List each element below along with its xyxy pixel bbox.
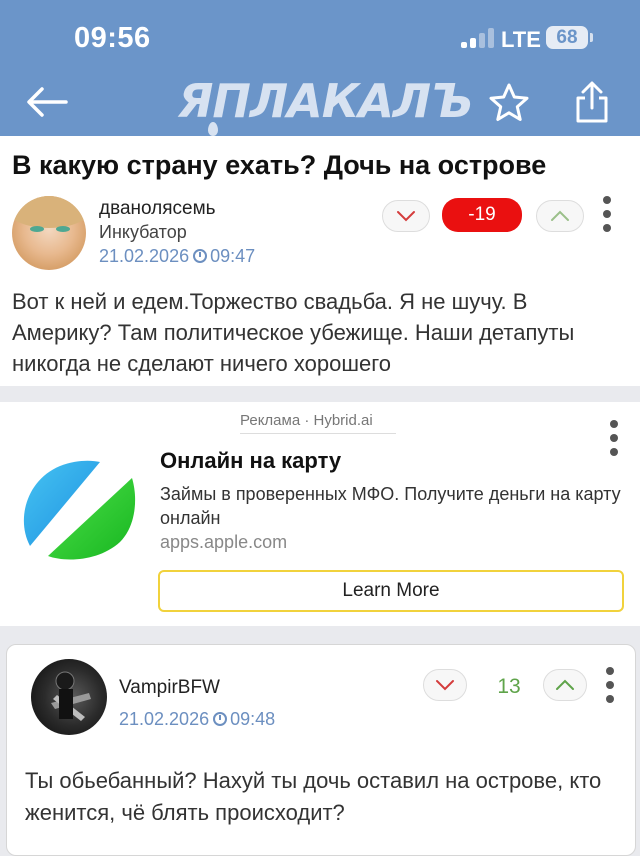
site-logo[interactable]: ЯПЛАКАЛЪ <box>178 74 473 128</box>
chevron-down-icon <box>436 680 454 691</box>
clock-icon <box>193 249 208 263</box>
back-button[interactable] <box>22 84 72 120</box>
ad-label: Реклама · Hybrid.ai <box>240 412 396 434</box>
network-label: LTE <box>501 27 541 52</box>
author-name[interactable]: дванолясемь <box>99 198 216 220</box>
logo-drop <box>208 122 218 136</box>
post-date: 21.02.2026 09:47 <box>99 246 255 267</box>
learn-more-button[interactable]: Learn More <box>158 570 624 612</box>
comment-upvote-button[interactable] <box>543 669 587 701</box>
ad-menu-button[interactable] <box>609 420 619 456</box>
comment-date: 21.02.2026 09:48 <box>119 709 275 730</box>
comment-date-value: 21.02.2026 <box>119 709 210 729</box>
ad-url[interactable]: apps.apple.com <box>160 532 287 553</box>
post-card: В какую страну ехать? Дочь на острове дв… <box>0 136 640 386</box>
chevron-down-icon <box>397 211 415 222</box>
battery-icon: 68 <box>546 26 588 49</box>
upvote-button[interactable] <box>536 200 584 232</box>
comment-score: 13 <box>497 675 521 698</box>
comment-time-value: 09:48 <box>230 709 276 729</box>
ad-description: Займы в проверенных МФО. Получите деньги… <box>160 484 621 528</box>
author-avatar[interactable] <box>12 196 86 270</box>
star-icon <box>489 83 529 121</box>
battery-tip <box>590 33 593 42</box>
comment-menu-button[interactable] <box>605 667 615 703</box>
clock-icon <box>213 712 228 726</box>
post-menu-button[interactable] <box>602 196 612 232</box>
comment-card: VampirBFW 21.02.2026 09:48 13 Ты обьебанн… <box>6 644 636 856</box>
post-title: В какую страну ехать? Дочь на острове <box>12 150 547 180</box>
status-time: 09:56 <box>74 22 151 54</box>
chevron-up-icon <box>551 210 569 221</box>
back-arrow-icon <box>27 87 68 117</box>
top-bar: 09:56 LTE 68 ЯПЛАКАЛЪ <box>0 0 640 136</box>
post-date-value: 21.02.2026 <box>99 246 190 266</box>
downvote-button[interactable] <box>382 200 430 232</box>
commenter-name[interactable]: VampirBFW <box>119 677 220 699</box>
share-icon <box>576 81 608 123</box>
signal-icon <box>461 28 495 48</box>
ad-block[interactable]: Реклама · Hybrid.ai Онлайн на карту Займ… <box>0 402 640 626</box>
share-button[interactable] <box>572 80 612 124</box>
author-rank: Инкубатор <box>99 222 187 242</box>
post-body: Вот к ней и едем.Торжество свадьба. Я не… <box>12 289 575 376</box>
ad-title[interactable]: Онлайн на карту <box>160 448 341 474</box>
post-score: -19 <box>442 198 522 232</box>
post-time-value: 09:47 <box>210 246 256 266</box>
favorite-button[interactable] <box>488 82 530 124</box>
comment-downvote-button[interactable] <box>423 669 467 701</box>
chevron-up-icon <box>556 679 574 690</box>
commenter-avatar[interactable] <box>31 659 107 735</box>
comment-body: Ты обьебанный? Нахуй ты дочь оставил на … <box>25 768 602 825</box>
ad-logo-icon <box>22 458 138 562</box>
